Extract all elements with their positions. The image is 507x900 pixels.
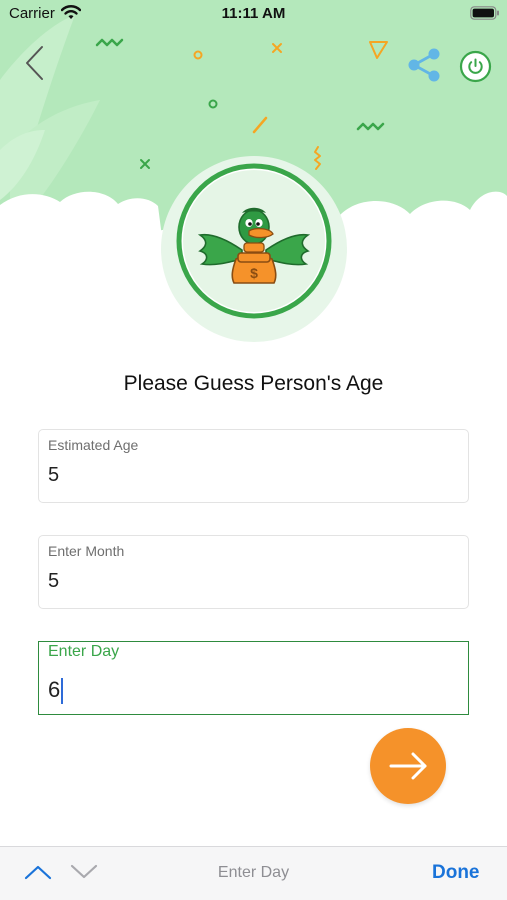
share-button[interactable] xyxy=(406,46,444,84)
status-bar: Carrier 11:11 AM xyxy=(0,0,507,28)
battery-icon xyxy=(470,6,499,20)
enter-month-value[interactable]: 5 xyxy=(48,570,59,593)
enter-day-label: Enter Day xyxy=(48,643,120,660)
text-caret xyxy=(61,678,63,704)
duck-mascot-avatar: $ xyxy=(160,155,348,343)
estimated-age-label: Estimated Age xyxy=(48,437,139,453)
arrow-right-icon xyxy=(389,752,427,780)
estimated-age-value[interactable]: 5 xyxy=(48,464,59,487)
next-button[interactable] xyxy=(370,728,446,804)
enter-month-field[interactable]: Enter Month 5 xyxy=(38,535,469,609)
enter-month-label: Enter Month xyxy=(48,543,125,559)
page-title: Please Guess Person's Age xyxy=(123,372,384,395)
done-button[interactable]: Done xyxy=(432,862,480,884)
estimated-age-field[interactable]: Estimated Age 5 xyxy=(38,429,469,503)
chevron-left-icon xyxy=(26,46,43,80)
enter-day-field[interactable]: Enter Day 6 xyxy=(38,641,469,715)
status-time: 11:11 AM xyxy=(221,5,286,22)
accessory-title: Enter Day xyxy=(217,864,290,881)
back-button[interactable] xyxy=(22,44,50,82)
power-button[interactable] xyxy=(459,50,492,83)
enter-day-value[interactable]: 6 xyxy=(48,677,60,703)
power-icon xyxy=(459,50,492,83)
svg-text:$: $ xyxy=(250,265,258,281)
keyboard-accessory-bar: Enter Day Done xyxy=(0,846,507,900)
share-icon xyxy=(408,48,440,82)
